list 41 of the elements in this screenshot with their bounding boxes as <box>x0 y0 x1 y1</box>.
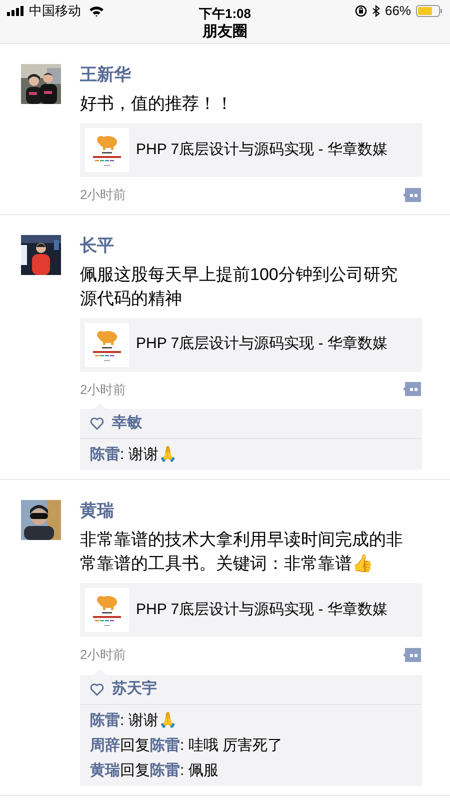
author-name[interactable]: 长平 <box>80 234 114 256</box>
commenter-link[interactable]: 周辞 <box>90 736 120 754</box>
battery-percent: 66% <box>384 2 411 20</box>
post-text: 佩服这股每天早上提前100分钟到公司研究源代码的精神 <box>80 264 398 310</box>
commenter-link[interactable]: 陈雷 <box>150 762 180 778</box>
comment-text: 周辞回复陈雷: 哇哦 厉害死了 <box>90 736 284 756</box>
page-title: 朋友圈 <box>202 22 248 42</box>
liker-name[interactable]: 苏天宇 <box>112 678 157 700</box>
link-card[interactable]: PHP 7底层设计与源码实现 - 华章数媒 <box>80 318 422 372</box>
post-time: 2小时前 <box>80 380 126 398</box>
clock-label: 下午1:08 <box>198 5 252 23</box>
battery-icon <box>416 5 443 17</box>
comment-icon[interactable] <box>402 646 422 663</box>
comment-icon[interactable] <box>402 186 422 203</box>
link-title: PHP 7底层设计与源码实现 - 华章数媒 <box>136 334 388 354</box>
link-title: PHP 7底层设计与源码实现 - 华章数媒 <box>136 600 388 620</box>
comment-text: 陈雷: 谢谢🙏 <box>90 445 178 465</box>
post-text: 非常靠谱的技术大拿利用早读时间完成的非常靠谱的工具书。关键词：非常靠谱👍 <box>80 529 404 575</box>
commenter-link[interactable]: 陈雷 <box>90 446 120 463</box>
comment-text: 黄瑞回复陈雷: 佩服 <box>90 760 220 780</box>
author-name[interactable]: 王新华 <box>80 64 131 86</box>
post-text: 好书，值的推荐！！ <box>80 93 234 115</box>
author-name[interactable]: 黄瑞 <box>80 500 114 522</box>
wifi-icon <box>89 6 104 16</box>
link-title: PHP 7底层设计与源码实现 - 华章数媒 <box>136 140 388 160</box>
comment-text: 陈雷: 谢谢🙏 <box>90 710 178 730</box>
link-card[interactable]: PHP 7底层设计与源码实现 - 华章数媒 <box>80 583 422 637</box>
rotation-lock-icon <box>354 5 367 17</box>
carrier-label: 中国移动 <box>29 2 81 20</box>
commenter-link[interactable]: 陈雷 <box>150 736 180 754</box>
heart-icon <box>90 682 104 696</box>
commenter-link[interactable]: 黄瑞 <box>90 762 120 778</box>
comment-icon[interactable] <box>402 381 422 398</box>
post-time: 2小时前 <box>80 646 126 664</box>
link-card[interactable]: PHP 7底层设计与源码实现 - 华章数媒 <box>80 123 422 177</box>
liker-name[interactable]: 幸敏 <box>112 412 142 435</box>
commenter-link[interactable]: 陈雷 <box>90 712 120 728</box>
bluetooth-icon <box>372 5 380 17</box>
signal-icon <box>7 6 25 16</box>
heart-icon <box>90 417 104 430</box>
post-time: 2小时前 <box>80 186 126 204</box>
